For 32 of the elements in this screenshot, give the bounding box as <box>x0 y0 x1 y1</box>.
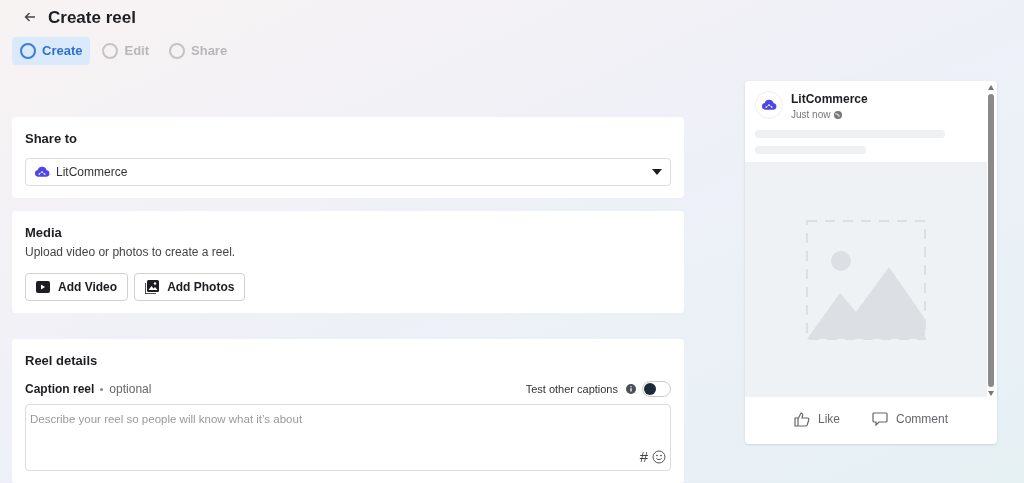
section-heading: Media <box>25 224 63 242</box>
thumbs-up-icon <box>794 411 810 427</box>
section-heading: Share to <box>25 129 78 148</box>
account-name: LitCommerce <box>791 91 868 107</box>
account-dropdown[interactable]: LitCommerce <box>25 158 671 186</box>
emoji-icon[interactable] <box>652 449 666 464</box>
video-icon <box>36 280 50 293</box>
dropdown-caret-icon <box>652 169 662 175</box>
post-action-button[interactable]: Comment <box>872 410 948 428</box>
back-arrow-icon[interactable] <box>24 11 36 24</box>
cloud-logo-icon <box>761 99 777 111</box>
info-icon[interactable] <box>626 384 636 394</box>
globe-icon <box>834 110 843 119</box>
hashtag-button[interactable]: # <box>639 449 648 464</box>
scrollbar[interactable] <box>987 85 995 396</box>
section-heading: Reel details <box>25 351 99 370</box>
caption-field[interactable]: Describe your reel so people will know what it’s about # <box>25 404 671 471</box>
test-captions-toggle[interactable] <box>642 381 671 397</box>
caption-label: Caption reel <box>25 381 95 398</box>
cloud-logo-icon <box>34 166 50 178</box>
optional-hint: optional <box>109 381 152 398</box>
add-media-button[interactable]: Add Photos <box>134 272 246 301</box>
section-description: Upload video or photos to create a reel. <box>25 243 237 261</box>
post-action-button[interactable]: Like <box>794 410 840 428</box>
test-captions-label: Test other captions <box>525 381 618 397</box>
page-title: Create reel <box>48 6 136 29</box>
add-media-button[interactable]: Add Video <box>25 272 129 301</box>
account-name: LitCommerce <box>56 164 128 181</box>
step-tab[interactable]: Create <box>12 36 91 65</box>
speech-bubble-icon <box>872 411 888 427</box>
post-time: Just now <box>791 108 831 122</box>
photos-icon <box>145 279 160 294</box>
